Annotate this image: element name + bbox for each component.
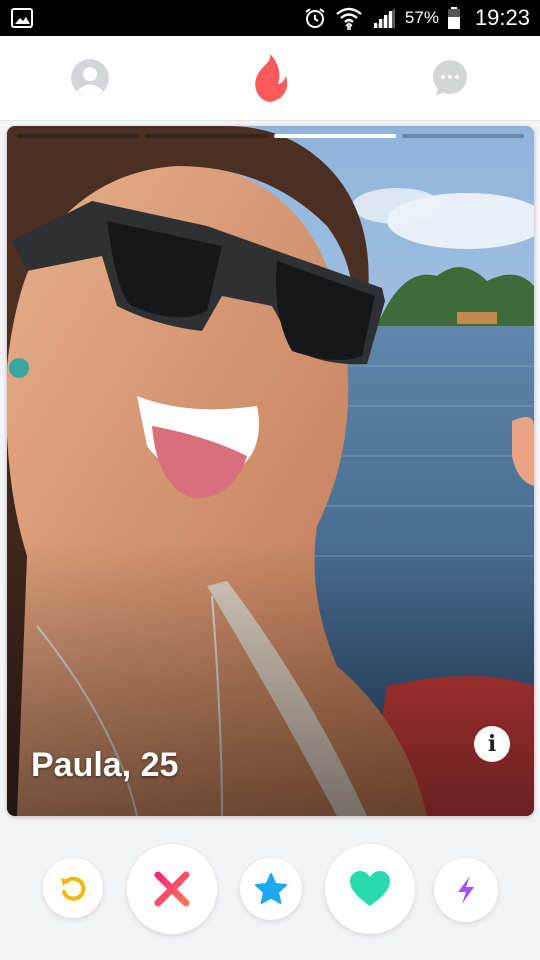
profile-card[interactable]: Paula, 25 i [7, 126, 534, 816]
chat-icon [433, 60, 467, 96]
image-icon [11, 8, 33, 28]
top-navigation [0, 36, 540, 121]
signal-icon [372, 8, 395, 28]
battery-icon [447, 7, 460, 29]
action-bar [0, 826, 540, 960]
info-icon: i [487, 731, 497, 757]
nav-profile-button[interactable] [60, 36, 120, 120]
photo-progress [17, 134, 524, 138]
status-icons: 57% 19:23 [303, 0, 530, 36]
alarm-icon [305, 8, 325, 28]
rewind-button[interactable] [43, 858, 103, 918]
photo-progress-segment[interactable] [145, 134, 268, 138]
boost-icon [458, 876, 474, 904]
super-like-icon [255, 873, 287, 904]
photo-progress-segment[interactable] [401, 134, 524, 138]
flame-icon [255, 54, 288, 102]
photo-progress-segment[interactable] [17, 134, 140, 138]
clock: 19:23 [474, 5, 530, 30]
nope-button[interactable] [127, 844, 217, 934]
profile-name-age[interactable]: Paula, 25 [31, 746, 178, 785]
gallery-notification [10, 6, 34, 35]
nav-messages-button[interactable] [420, 36, 480, 120]
rewind-icon [61, 876, 86, 901]
nav-discover-button[interactable] [240, 36, 300, 120]
like-icon [350, 871, 390, 906]
wifi-icon [336, 7, 362, 30]
status-bar: 57% 19:23 [0, 0, 540, 36]
like-button[interactable] [325, 844, 415, 934]
profile-photo [7, 126, 534, 816]
photo-progress-segment[interactable] [273, 134, 396, 138]
boost-button[interactable] [434, 858, 498, 922]
nope-icon [154, 871, 190, 907]
super-like-button[interactable] [240, 858, 302, 920]
profile-info-button[interactable]: i [474, 726, 510, 762]
battery-percent: 57% [404, 8, 439, 27]
profile-icon [71, 59, 109, 97]
